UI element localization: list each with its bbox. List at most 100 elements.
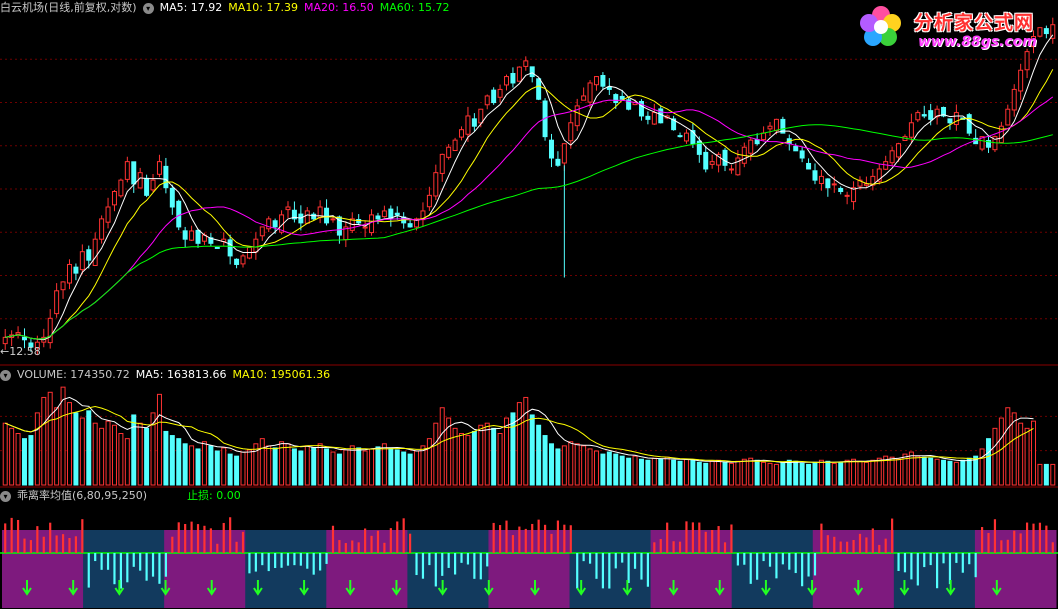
volume-bar bbox=[259, 438, 265, 486]
ma10-line bbox=[5, 69, 1054, 340]
candle-body bbox=[1024, 51, 1030, 71]
candle-body bbox=[947, 118, 953, 124]
volume-bar bbox=[536, 424, 542, 486]
candle-body bbox=[381, 210, 387, 218]
volume-bar bbox=[825, 460, 831, 486]
candle-body bbox=[510, 72, 516, 84]
legend-ma10: MA10: 17.39 bbox=[228, 1, 299, 14]
candle-body bbox=[491, 89, 497, 104]
candle-body bbox=[825, 178, 831, 189]
volume-bar bbox=[818, 459, 824, 486]
candle-body bbox=[439, 153, 445, 174]
candle-body bbox=[234, 258, 240, 265]
volume-bar bbox=[761, 461, 767, 486]
volume-bar bbox=[728, 462, 734, 486]
volume-bar bbox=[34, 412, 40, 486]
collapse-icon[interactable]: ▾ bbox=[0, 490, 11, 502]
collapse-icon[interactable]: ▾ bbox=[142, 2, 154, 14]
volume-bar bbox=[497, 433, 503, 486]
volume-bar bbox=[683, 458, 689, 486]
volume-bar bbox=[285, 443, 291, 486]
candle-body bbox=[375, 215, 381, 220]
lowest-price-marker: ←12.58 bbox=[0, 345, 41, 358]
price-title[interactable]: 白云机场(日线,前复权,对数) bbox=[0, 1, 137, 14]
volume-bar bbox=[593, 450, 599, 486]
volume-bar bbox=[529, 414, 535, 486]
volume-bar bbox=[998, 417, 1004, 486]
candle-body bbox=[1018, 69, 1024, 92]
candle-body bbox=[619, 95, 625, 100]
candle-body bbox=[54, 290, 60, 315]
volume-bar bbox=[632, 455, 638, 486]
volume-bar bbox=[407, 453, 413, 486]
volume-bar bbox=[549, 443, 554, 486]
candle-body bbox=[703, 151, 709, 170]
volume-bar bbox=[863, 461, 869, 486]
candle-body bbox=[523, 60, 529, 67]
volume-bar bbox=[870, 459, 876, 486]
volume-bar bbox=[349, 445, 355, 486]
volume-bar bbox=[144, 427, 150, 486]
volume-bar bbox=[182, 443, 188, 486]
volume-bar bbox=[690, 459, 696, 486]
candle-body bbox=[452, 139, 458, 152]
candle-body bbox=[484, 95, 490, 106]
volume-bar bbox=[478, 424, 484, 486]
watermark-url: www.88gs.com bbox=[918, 34, 1037, 50]
volume-bar bbox=[664, 456, 670, 486]
volume-bar bbox=[921, 456, 927, 486]
volume-bar bbox=[240, 451, 246, 486]
volume-bar bbox=[99, 427, 105, 486]
candle-body bbox=[754, 139, 760, 145]
candle-body bbox=[928, 110, 934, 120]
volume-bar bbox=[671, 459, 677, 486]
volume-bar bbox=[272, 447, 278, 486]
volume-bar bbox=[362, 450, 368, 486]
candle-body bbox=[66, 263, 72, 284]
candle-body bbox=[311, 213, 317, 220]
watermark-logo: 分析家公式网 www.88gs.com bbox=[858, 4, 1054, 54]
candle-body bbox=[47, 317, 53, 344]
kline-chart[interactable] bbox=[0, 0, 1058, 609]
candle-body bbox=[189, 230, 195, 241]
candle-body bbox=[2, 336, 8, 345]
candle-body bbox=[156, 161, 162, 175]
candle-body bbox=[362, 226, 368, 229]
candle-body bbox=[651, 112, 657, 125]
volume-bar bbox=[1031, 420, 1036, 486]
volume-bar bbox=[626, 457, 632, 486]
candle-body bbox=[259, 226, 265, 237]
collapse-icon[interactable]: ▾ bbox=[0, 369, 11, 381]
volume-bar bbox=[908, 451, 914, 486]
volume-bar bbox=[414, 450, 420, 486]
volume-bar bbox=[491, 427, 497, 486]
candle-body bbox=[253, 238, 259, 253]
candle-body bbox=[748, 139, 754, 154]
candle-body bbox=[124, 161, 130, 180]
volume-bar bbox=[645, 459, 651, 486]
candle-body bbox=[613, 94, 619, 104]
candle-body bbox=[471, 118, 477, 127]
candle-body bbox=[549, 139, 554, 159]
candle-body bbox=[330, 218, 336, 221]
candle-body bbox=[497, 88, 503, 98]
bias-background-region bbox=[407, 530, 489, 608]
volume-bar bbox=[896, 458, 902, 486]
candle-body bbox=[324, 207, 330, 224]
volume-bar bbox=[696, 461, 702, 486]
candle-body bbox=[600, 75, 606, 87]
candle-body bbox=[137, 172, 143, 189]
volume-bar bbox=[1018, 422, 1024, 486]
volume-bar bbox=[163, 430, 169, 486]
volume-bar bbox=[915, 455, 921, 486]
candle-body bbox=[446, 146, 452, 158]
volume-bar bbox=[118, 433, 124, 486]
candle-body bbox=[799, 150, 805, 159]
volume-bar bbox=[420, 445, 426, 486]
volume-bar bbox=[221, 447, 227, 486]
candle-body bbox=[844, 194, 850, 197]
price-legend: 白云机场(日线,前复权,对数) ▾ MA5: 17.92 MA10: 17.39 MA2… bbox=[0, 0, 455, 15]
volume-bar bbox=[851, 458, 857, 486]
candle-body bbox=[966, 114, 972, 134]
volume-bar bbox=[330, 451, 336, 486]
